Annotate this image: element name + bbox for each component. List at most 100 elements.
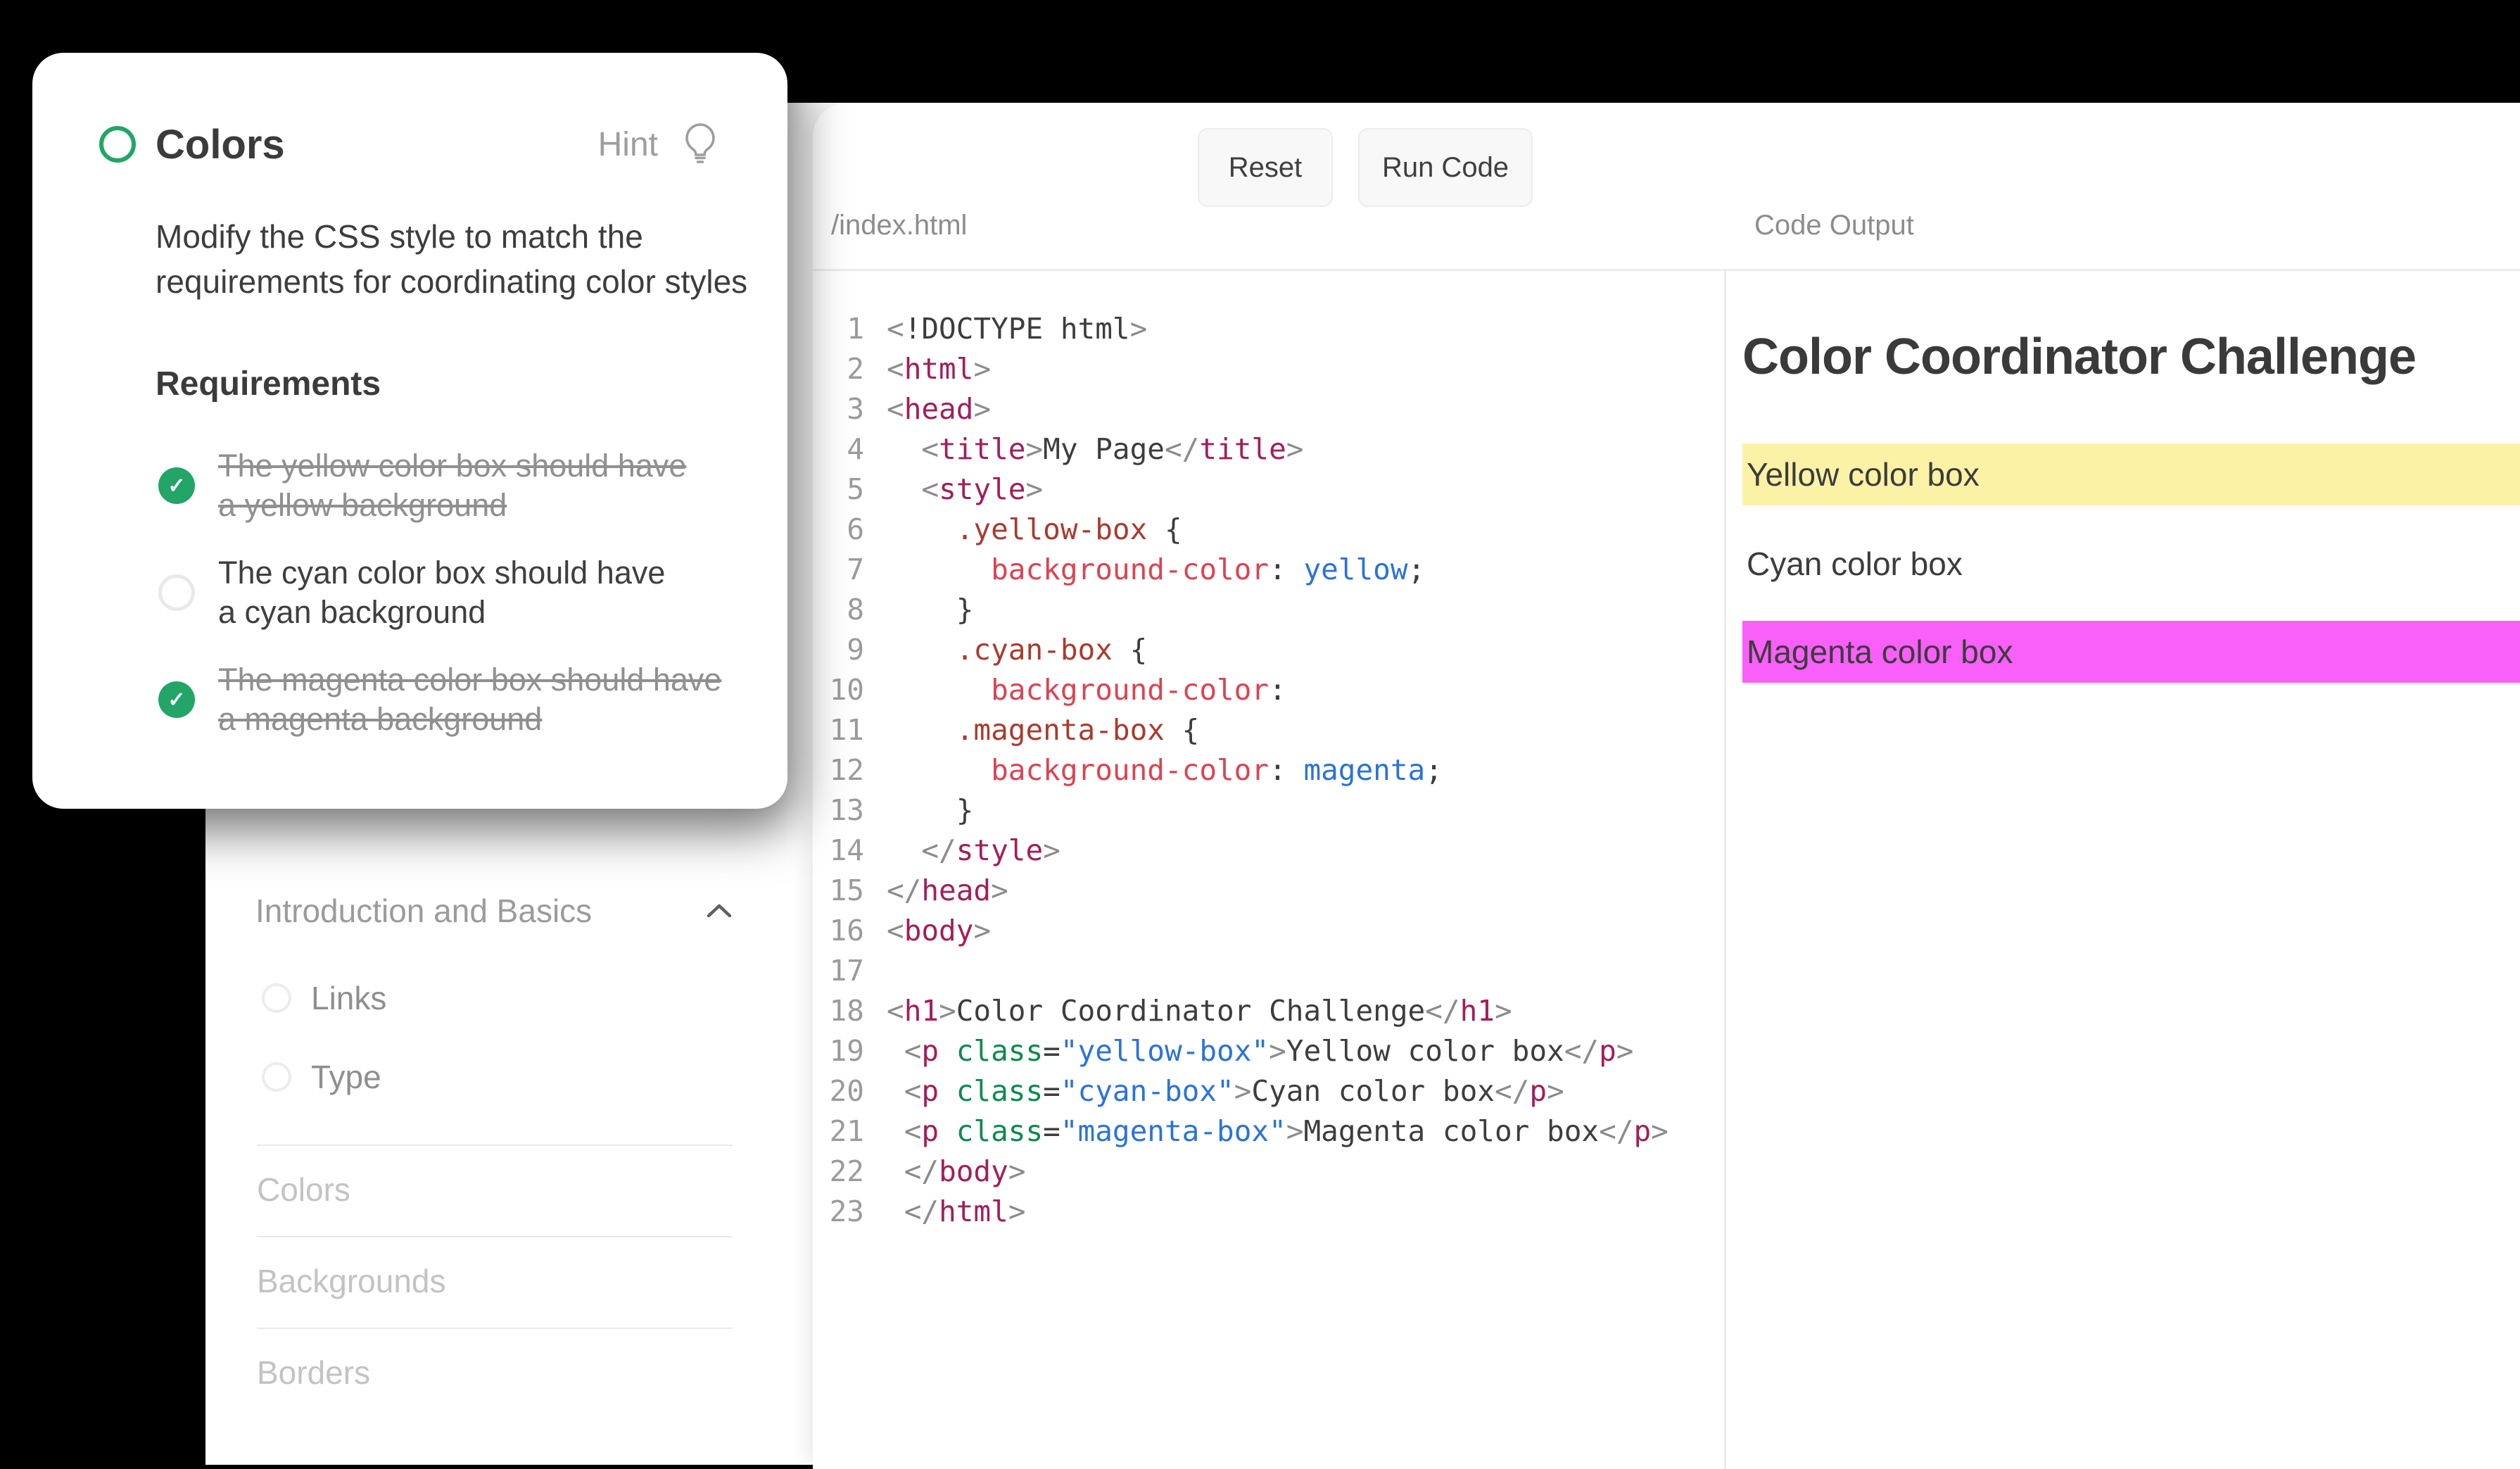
reset-button[interactable]: Reset	[1198, 128, 1333, 207]
file-tab[interactable]: /index.html	[831, 208, 967, 242]
sidebar-lesson-list: Links Type	[262, 978, 386, 1097]
line-number: 15	[813, 874, 864, 907]
line-number: 3	[813, 392, 864, 426]
code-text: background-color:	[887, 673, 1286, 707]
requirement-text: The magenta color box should havea magen…	[218, 660, 721, 739]
sidebar-section-backgrounds[interactable]: Backgrounds	[257, 1261, 733, 1301]
code-text: </body>	[887, 1154, 1026, 1188]
sidebar-item-links[interactable]: Links	[262, 978, 386, 1018]
code-line: 13 }	[813, 790, 1669, 830]
sidebar-item-label: Links	[311, 979, 386, 1017]
line-number: 11	[813, 713, 864, 747]
task-description: Modify the CSS style to match therequire…	[156, 214, 789, 304]
code-text: .cyan-box {	[887, 633, 1147, 667]
sidebar-section-colors[interactable]: Colors	[257, 1170, 733, 1209]
code-line: 3 <head>	[813, 389, 1669, 429]
task-card-header: Colors Hint	[99, 125, 718, 164]
line-number: 2	[813, 352, 864, 386]
code-editor[interactable]: 1<!DOCTYPE html>2<html>3<head>4 <title>M…	[813, 308, 1669, 1231]
line-number: 6	[813, 512, 864, 546]
code-text: .magenta-box {	[887, 713, 1199, 747]
code-line: 9 .cyan-box {	[813, 629, 1669, 669]
line-number: 23	[813, 1194, 864, 1228]
code-line: 18 <h1>Color Coordinator Challenge</h1>	[813, 990, 1669, 1030]
code-text: <style>	[887, 472, 1043, 506]
line-number: 14	[813, 833, 864, 867]
code-output-label: Code Output	[1754, 208, 1914, 242]
editor-output-divider	[1724, 271, 1726, 1469]
task-card: Colors Hint Modify the CSS style to matc…	[32, 53, 787, 809]
requirements-list: ✓ The yellow color box should havea yello…	[158, 446, 721, 739]
code-line: 4 <title>My Page</title>	[813, 429, 1669, 469]
line-number: 10	[813, 673, 864, 707]
requirement-item: The cyan color box should havea cyan bac…	[158, 553, 721, 632]
line-number: 13	[813, 793, 864, 827]
code-text: <p class="yellow-box">Yellow color box</…	[887, 1034, 1633, 1068]
code-text: }	[887, 593, 973, 626]
code-line: 19 <p class="yellow-box">Yellow color bo…	[813, 1030, 1669, 1071]
requirement-text: The yellow color box should havea yellow…	[218, 446, 686, 525]
hint-button[interactable]: Hint	[598, 122, 718, 168]
code-text: <body>	[887, 914, 991, 947]
code-text: </html>	[887, 1194, 1026, 1228]
radio-circle-icon	[158, 574, 195, 611]
line-number: 22	[813, 1154, 864, 1188]
code-text: <!DOCTYPE html>	[887, 312, 1147, 346]
line-number: 7	[813, 553, 864, 586]
code-text: <head>	[887, 392, 991, 426]
code-text: <h1>Color Coordinator Challenge</h1>	[887, 994, 1512, 1028]
line-number: 4	[813, 432, 864, 466]
code-text: <p class="cyan-box">Cyan color box</p>	[887, 1074, 1564, 1108]
code-text: <p class="magenta-box">Magenta color box…	[887, 1114, 1669, 1148]
line-number: 9	[813, 633, 864, 667]
run-code-button[interactable]: Run Code	[1358, 128, 1533, 207]
check-icon: ✓	[158, 467, 195, 504]
code-line: 10 background-color:	[813, 669, 1669, 710]
line-number: 21	[813, 1114, 864, 1148]
code-line: 14 </style>	[813, 830, 1669, 870]
code-text: <title>My Page</title>	[887, 432, 1303, 466]
sidebar-divider	[257, 1236, 733, 1237]
radio-circle-icon	[262, 983, 291, 1013]
code-line: 1 <!DOCTYPE html>	[813, 308, 1669, 348]
sidebar-section-introduction[interactable]: Introduction and Basics	[255, 892, 733, 930]
code-line: 5 <style>	[813, 469, 1669, 509]
code-text: background-color: magenta;	[887, 753, 1443, 787]
line-number: 12	[813, 753, 864, 787]
requirement-item: ✓The magenta color box should havea mage…	[158, 660, 721, 739]
requirements-title: Requirements	[156, 365, 381, 403]
code-line: 20 <p class="cyan-box">Cyan color box</p…	[813, 1071, 1669, 1111]
line-number: 5	[813, 472, 864, 506]
sidebar-item-label: Type	[311, 1058, 381, 1096]
hint-label: Hint	[598, 125, 658, 164]
requirement-item: ✓ The yellow color box should havea yello…	[158, 446, 721, 525]
sidebar-divider	[257, 1145, 733, 1146]
line-number: 18	[813, 994, 864, 1028]
code-text: <html>	[887, 352, 991, 386]
code-line: 17	[813, 950, 1669, 990]
code-line: 2 <html>	[813, 348, 1669, 389]
output-color-box: Cyan color box	[1742, 539, 2520, 588]
sidebar-item-type[interactable]: Type	[262, 1057, 386, 1097]
requirement-text: The cyan color box should havea cyan bac…	[218, 553, 665, 632]
code-line: 7 background-color: yellow;	[813, 549, 1669, 589]
line-number: 1	[813, 312, 864, 346]
task-title: Colors	[156, 121, 285, 168]
code-text: }	[887, 793, 973, 827]
code-text: </style>	[887, 833, 1060, 867]
output-page-title: Color Coordinator Challenge	[1742, 328, 2416, 386]
sidebar-section-list: Colors Backgrounds Borders	[257, 1145, 733, 1419]
output-color-box: Yellow color box	[1742, 443, 2520, 505]
chevron-up-icon[interactable]	[706, 902, 733, 919]
task-description-line: Modify the CSS style to match the	[156, 214, 789, 259]
output-color-box: Magenta color box	[1742, 621, 2520, 683]
task-description-line: requirements for coordinating color styl…	[156, 259, 789, 304]
line-number: 16	[813, 914, 864, 947]
line-number: 19	[813, 1034, 864, 1068]
code-line: 15</head>	[813, 870, 1669, 910]
radio-circle-icon	[262, 1062, 291, 1092]
sidebar-section-borders[interactable]: Borders	[257, 1353, 733, 1392]
line-number: 20	[813, 1074, 864, 1108]
sidebar-divider	[257, 1328, 733, 1329]
line-number: 17	[813, 954, 864, 988]
